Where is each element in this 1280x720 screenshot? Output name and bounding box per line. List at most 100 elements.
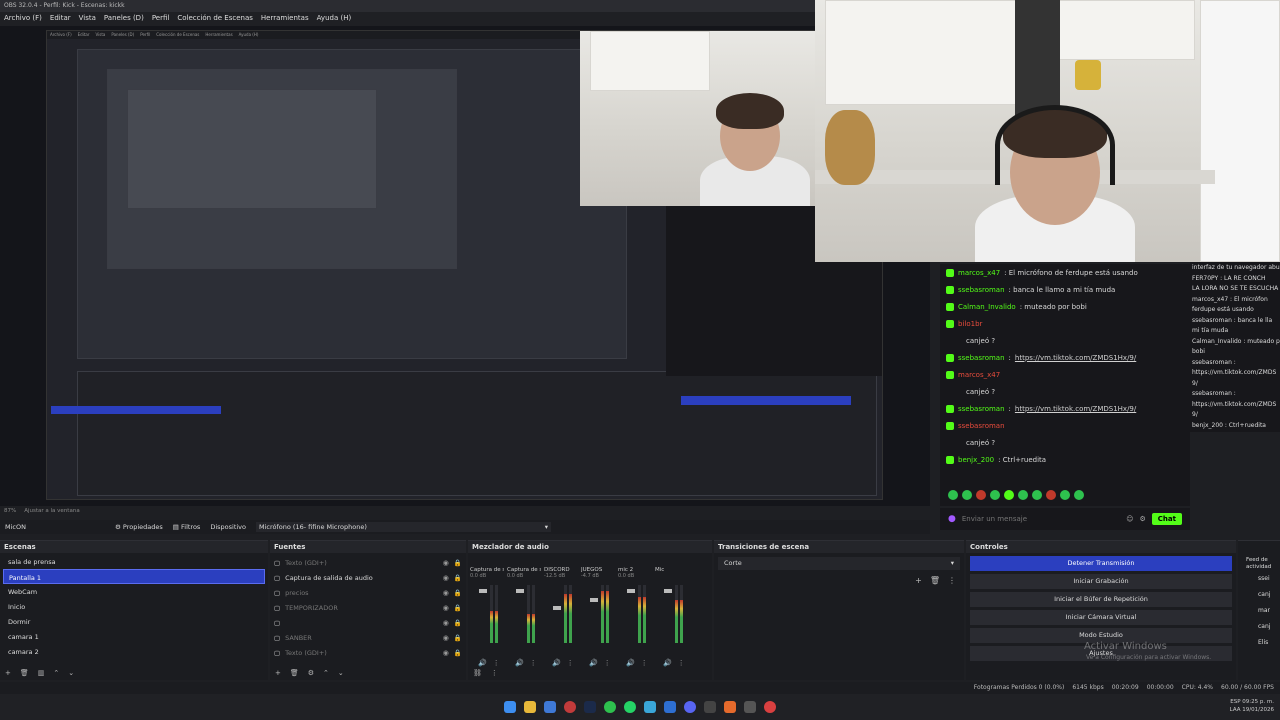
move-down-icon[interactable]: ⌄ — [338, 669, 344, 677]
remove-source-icon[interactable]: 🗑 — [290, 669, 299, 677]
control-button[interactable]: Iniciar el Búfer de Repetición — [970, 592, 1232, 607]
windows-start-icon[interactable] — [504, 701, 516, 713]
add-source-icon[interactable]: + — [275, 669, 281, 677]
visibility-icon[interactable]: ◉ — [443, 649, 449, 657]
control-button[interactable]: Detener Transmisión — [970, 556, 1232, 571]
app-icon[interactable] — [644, 701, 656, 713]
source-settings-icon[interactable]: ⚙ — [308, 669, 314, 677]
emote-icon[interactable] — [1046, 490, 1056, 500]
device-select[interactable]: Micrófono (16- fifine Microphone) ▾ — [256, 522, 551, 532]
mute-icon[interactable]: 🔊 — [478, 659, 487, 667]
remove-transition-icon[interactable]: 🗑 — [930, 576, 940, 585]
spotify-icon[interactable] — [604, 701, 616, 713]
source-item[interactable]: ▢ Texto (GDI+) ◉ 🔒 — [270, 645, 466, 660]
menu-item[interactable]: Ayuda (H) — [317, 14, 352, 24]
channel-more-icon[interactable]: ⋮ — [604, 659, 611, 667]
channel-more-icon[interactable]: ⋮ — [493, 659, 500, 667]
move-up-icon[interactable]: ⌃ — [53, 669, 59, 677]
source-item[interactable]: ▢ SANBER ◉ 🔒 — [270, 630, 466, 645]
chat-username[interactable]: Calman_Invalido — [958, 303, 1016, 311]
lock-icon[interactable]: 🔒 — [454, 604, 462, 612]
volume-fader[interactable] — [553, 583, 561, 645]
chat-username[interactable]: ssebasroman — [958, 354, 1005, 362]
emote-bar[interactable] — [948, 490, 1108, 500]
scene-item[interactable]: Inicio — [3, 599, 265, 614]
emoji-icon[interactable]: ☺ — [1126, 515, 1133, 523]
source-item[interactable]: ▢ TEMPORIZADOR ◉ 🔒 — [270, 600, 466, 615]
volume-fader[interactable] — [664, 583, 672, 645]
emote-icon[interactable] — [962, 490, 972, 500]
chat-username[interactable]: ssebasroman — [958, 422, 1005, 430]
move-down-icon[interactable]: ⌄ — [68, 669, 74, 677]
fader-knob[interactable] — [479, 588, 487, 593]
store-icon[interactable] — [544, 701, 556, 713]
chat-send-button[interactable]: Chat — [1151, 513, 1182, 525]
file-explorer-icon[interactable] — [524, 701, 536, 713]
remove-scene-icon[interactable]: 🗑 — [20, 669, 29, 677]
obs-icon[interactable] — [744, 701, 756, 713]
emote-icon[interactable] — [1074, 490, 1084, 500]
visibility-icon[interactable]: ◉ — [443, 559, 449, 567]
menu-item[interactable]: Editar — [50, 14, 71, 24]
properties-button[interactable]: ⚙ Propiedades — [115, 523, 163, 531]
opera-icon[interactable] — [564, 701, 576, 713]
emote-icon[interactable] — [1004, 490, 1014, 500]
settings-icon[interactable]: ⚙ — [1140, 515, 1146, 523]
more-icon[interactable]: ⋮ — [491, 669, 498, 677]
mute-icon[interactable]: 🔊 — [589, 659, 598, 667]
menu-item[interactable]: Perfil — [152, 14, 170, 24]
volume-fader[interactable] — [516, 583, 524, 645]
whatsapp-icon[interactable] — [624, 701, 636, 713]
capcut-icon[interactable] — [704, 701, 716, 713]
source-item[interactable]: ▢ ◉ 🔒 — [270, 615, 466, 630]
emote-icon[interactable] — [948, 490, 958, 500]
system-tray[interactable]: ESP 09:25 p. m. LAA 19/01/2026 — [1230, 698, 1274, 714]
control-button[interactable]: Iniciar Cámara Virtual — [970, 610, 1232, 625]
chat-username[interactable]: ssebasroman — [958, 286, 1005, 294]
notes-icon[interactable] — [664, 701, 676, 713]
visibility-icon[interactable]: ◉ — [443, 634, 449, 642]
scene-item[interactable]: camara 1 — [3, 629, 265, 644]
lock-icon[interactable]: 🔒 — [454, 619, 462, 627]
scene-item[interactable]: Pantalla 1 — [3, 569, 265, 584]
chat-input[interactable] — [961, 515, 1121, 523]
move-up-icon[interactable]: ⌃ — [323, 669, 329, 677]
chat-username[interactable]: benjx_200 — [958, 456, 994, 464]
source-item[interactable]: ▢ Captura de salida de audio ◉ 🔒 — [270, 570, 466, 585]
chat-username[interactable]: ssebasroman — [958, 405, 1005, 413]
volume-fader[interactable] — [590, 583, 598, 645]
visibility-icon[interactable]: ◉ — [443, 619, 449, 627]
scene-item[interactable]: WebCam — [3, 584, 265, 599]
menu-item[interactable]: Paneles (D) — [104, 14, 144, 24]
lock-icon[interactable]: 🔒 — [454, 574, 462, 582]
lock-icon[interactable]: 🔒 — [454, 649, 462, 657]
chat-username[interactable]: marcos_x47 — [958, 371, 1000, 379]
mute-icon[interactable]: 🔊 — [515, 659, 524, 667]
lock-icon[interactable]: 🔒 — [454, 559, 462, 567]
scene-item[interactable]: sala de prensa — [3, 554, 265, 569]
channel-more-icon[interactable]: ⋮ — [678, 659, 685, 667]
chat-link[interactable]: https://vm.tiktok.com/ZMDS1Hx/9/ — [1015, 354, 1136, 362]
add-scene-icon[interactable]: + — [5, 669, 11, 677]
filter-icon[interactable]: ▥ — [38, 669, 45, 677]
chrome-icon[interactable] — [724, 701, 736, 713]
fit-window[interactable]: Ajustar a la ventana — [24, 508, 79, 518]
menu-item[interactable]: Colección de Escenas — [177, 14, 253, 24]
chat-username[interactable]: bilo1br — [958, 320, 982, 328]
zoom-level[interactable]: 87% — [4, 508, 16, 518]
scene-item[interactable]: Dormir — [3, 614, 265, 629]
mute-icon[interactable]: 🔊 — [626, 659, 635, 667]
emote-icon[interactable] — [990, 490, 1000, 500]
recording-icon[interactable] — [764, 701, 776, 713]
volume-fader[interactable] — [479, 583, 487, 645]
emote-icon[interactable] — [976, 490, 986, 500]
fader-knob[interactable] — [590, 597, 598, 602]
mute-icon[interactable]: 🔊 — [663, 659, 672, 667]
visibility-icon[interactable]: ◉ — [443, 574, 449, 582]
control-button[interactable]: Iniciar Grabación — [970, 574, 1232, 589]
fader-knob[interactable] — [627, 588, 635, 593]
source-item[interactable]: ▢ precios ◉ 🔒 — [270, 585, 466, 600]
chat-link[interactable]: https://vm.tiktok.com/ZMDS1Hx/9/ — [1015, 405, 1136, 413]
channel-more-icon[interactable]: ⋮ — [530, 659, 537, 667]
emote-icon[interactable] — [1018, 490, 1028, 500]
